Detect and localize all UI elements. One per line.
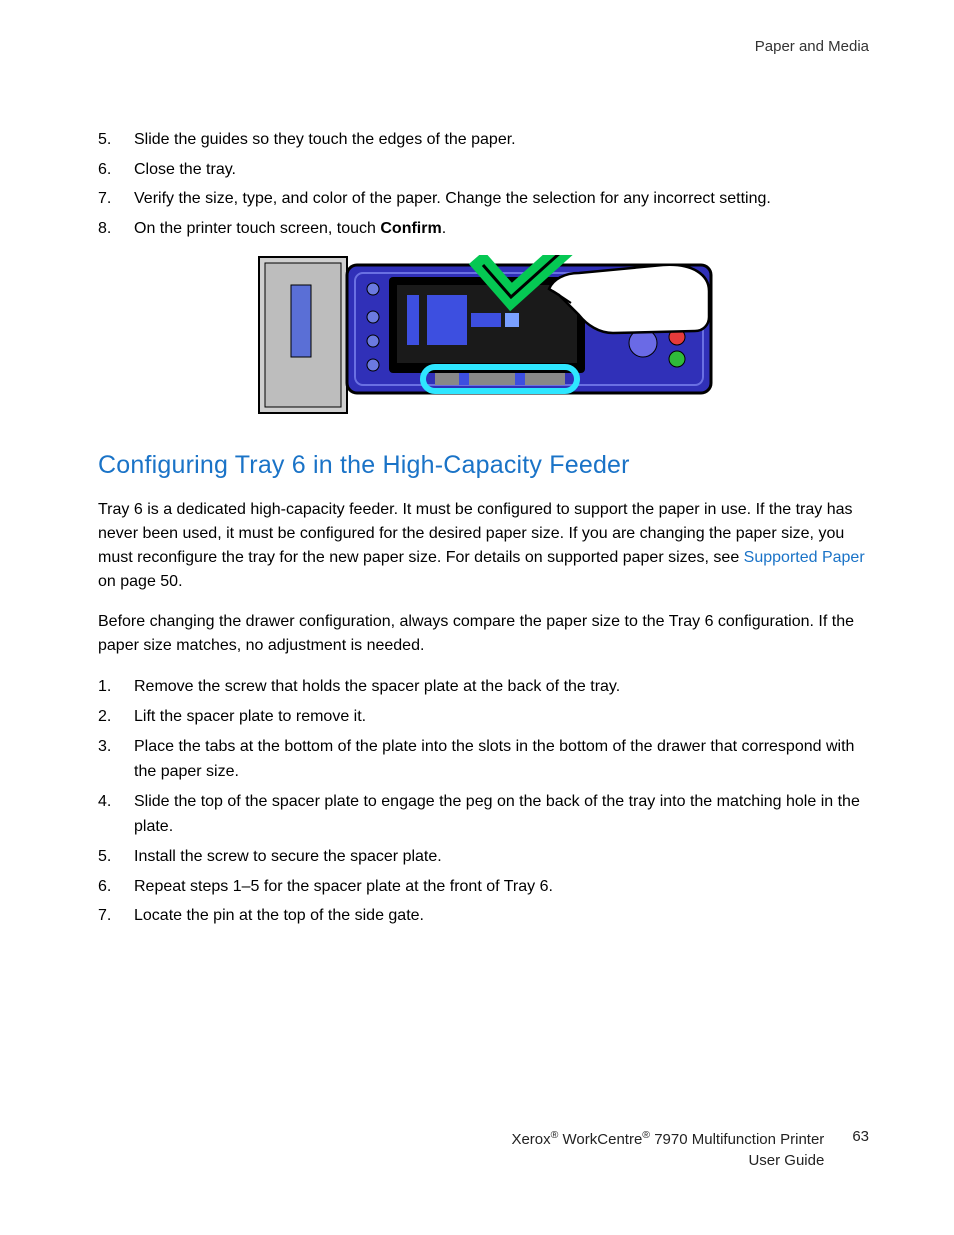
para1-pre: Tray 6 is a dedicated high-capacity feed… (98, 501, 853, 566)
step-text: Verify the size, type, and color of the … (134, 186, 869, 212)
footer-line2: User Guide (511, 1150, 824, 1171)
footer-brand2: WorkCentre (558, 1131, 642, 1148)
printer-confirm-illustration (253, 255, 715, 417)
step-text: Close the tray. (134, 157, 869, 183)
step-text: On the printer touch screen, touch Confi… (134, 216, 869, 242)
step-text: Remove the screw that holds the spacer p… (134, 674, 869, 700)
step-item: 1.Remove the screw that holds the spacer… (98, 674, 869, 700)
step-text: Repeat steps 1–5 for the spacer plate at… (134, 874, 869, 900)
step-text: Lift the spacer plate to remove it. (134, 704, 869, 730)
step-text: Install the screw to secure the spacer p… (134, 844, 869, 870)
step-number: 3. (98, 734, 134, 785)
page-footer: Xerox® WorkCentre® 7970 Multifunction Pr… (0, 1128, 954, 1171)
step-number: 4. (98, 789, 134, 840)
para1-post: on page 50. (98, 573, 183, 590)
step-item: 7. Verify the size, type, and color of t… (98, 186, 869, 212)
step-item: 6. Close the tray. (98, 157, 869, 183)
step-item: 6.Repeat steps 1–5 for the spacer plate … (98, 874, 869, 900)
step-number: 2. (98, 704, 134, 730)
step-number: 6. (98, 874, 134, 900)
step-item: 4.Slide the top of the spacer plate to e… (98, 789, 869, 840)
supported-paper-link[interactable]: Supported Paper (744, 549, 865, 566)
page-number: 63 (852, 1128, 869, 1145)
steps-top: 5. Slide the guides so they touch the ed… (98, 127, 869, 241)
paragraph-2: Before changing the drawer configuration… (98, 610, 869, 658)
step-item: 7.Locate the pin at the top of the side … (98, 903, 869, 929)
step-item: 5. Slide the guides so they touch the ed… (98, 127, 869, 153)
section-heading: Configuring Tray 6 in the High-Capacity … (98, 451, 869, 480)
footer-brand1: Xerox (511, 1131, 550, 1148)
step-number: 7. (98, 903, 134, 929)
step-item: 5.Install the screw to secure the spacer… (98, 844, 869, 870)
step-number: 8. (98, 216, 134, 242)
reg-mark-icon: ® (642, 1129, 650, 1141)
step-number: 5. (98, 127, 134, 153)
footer-meta: Xerox® WorkCentre® 7970 Multifunction Pr… (511, 1128, 824, 1171)
step-text-post: . (442, 220, 446, 237)
step-text: Place the tabs at the bottom of the plat… (134, 734, 869, 785)
step-text: Slide the guides so they touch the edges… (134, 127, 869, 153)
step-text-pre: On the printer touch screen, touch (134, 220, 380, 237)
footer-model: 7970 Multifunction Printer (650, 1131, 824, 1148)
page-header-section: Paper and Media (98, 38, 869, 55)
step-text: Locate the pin at the top of the side ga… (134, 903, 869, 929)
step-item: 2.Lift the spacer plate to remove it. (98, 704, 869, 730)
step-item: 8. On the printer touch screen, touch Co… (98, 216, 869, 242)
step-number: 7. (98, 186, 134, 212)
step-number: 6. (98, 157, 134, 183)
paragraph-1: Tray 6 is a dedicated high-capacity feed… (98, 498, 869, 594)
step-number: 1. (98, 674, 134, 700)
step-number: 5. (98, 844, 134, 870)
step-text: Slide the top of the spacer plate to eng… (134, 789, 869, 840)
step-item: 3.Place the tabs at the bottom of the pl… (98, 734, 869, 785)
steps-bottom: 1.Remove the screw that holds the spacer… (98, 674, 869, 928)
step-text-bold: Confirm (380, 220, 441, 237)
